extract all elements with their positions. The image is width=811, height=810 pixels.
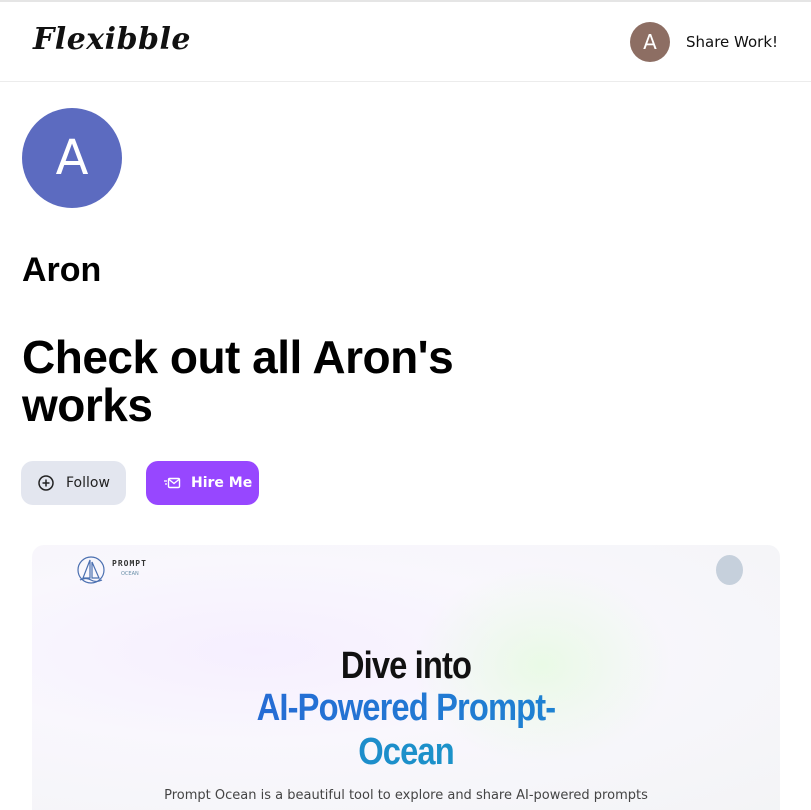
preview-hero-line-1: Dive into [340, 645, 472, 687]
preview-logo-text: PROMPT [112, 559, 147, 568]
preview-logo-subtext: OCEAN [121, 571, 139, 577]
plus-circle-icon [37, 474, 55, 492]
mail-send-icon [163, 474, 181, 492]
sailboat-logo-icon [74, 553, 108, 587]
share-work-link[interactable]: Share Work! [686, 33, 778, 51]
user-avatar-initial: A [643, 30, 657, 54]
preview-hero-line-3: Ocean [84, 731, 727, 774]
follow-button[interactable]: Follow [21, 461, 126, 505]
preview-avatar [716, 555, 743, 585]
flexibble-logo[interactable]: Flexibble [33, 22, 191, 57]
profile-avatar-initial: A [55, 130, 89, 186]
preview-hero-line-2: AI-Powered Prompt- [84, 687, 727, 730]
profile-name: Aron [22, 251, 102, 289]
preview-description: Prompt Ocean is a beautiful tool to expl… [164, 788, 648, 803]
project-preview-card[interactable]: PROMPT OCEAN Dive into AI-Powered Prompt… [32, 545, 780, 810]
user-avatar[interactable]: A [630, 22, 670, 62]
hire-me-button[interactable]: Hire Me [146, 461, 259, 505]
navbar: Flexibble A Share Work! [0, 2, 811, 82]
page-headline: Check out all Aron's works [22, 331, 454, 431]
hire-me-button-label: Hire Me [191, 475, 253, 491]
profile-avatar: A [22, 108, 122, 208]
follow-button-label: Follow [66, 475, 110, 491]
